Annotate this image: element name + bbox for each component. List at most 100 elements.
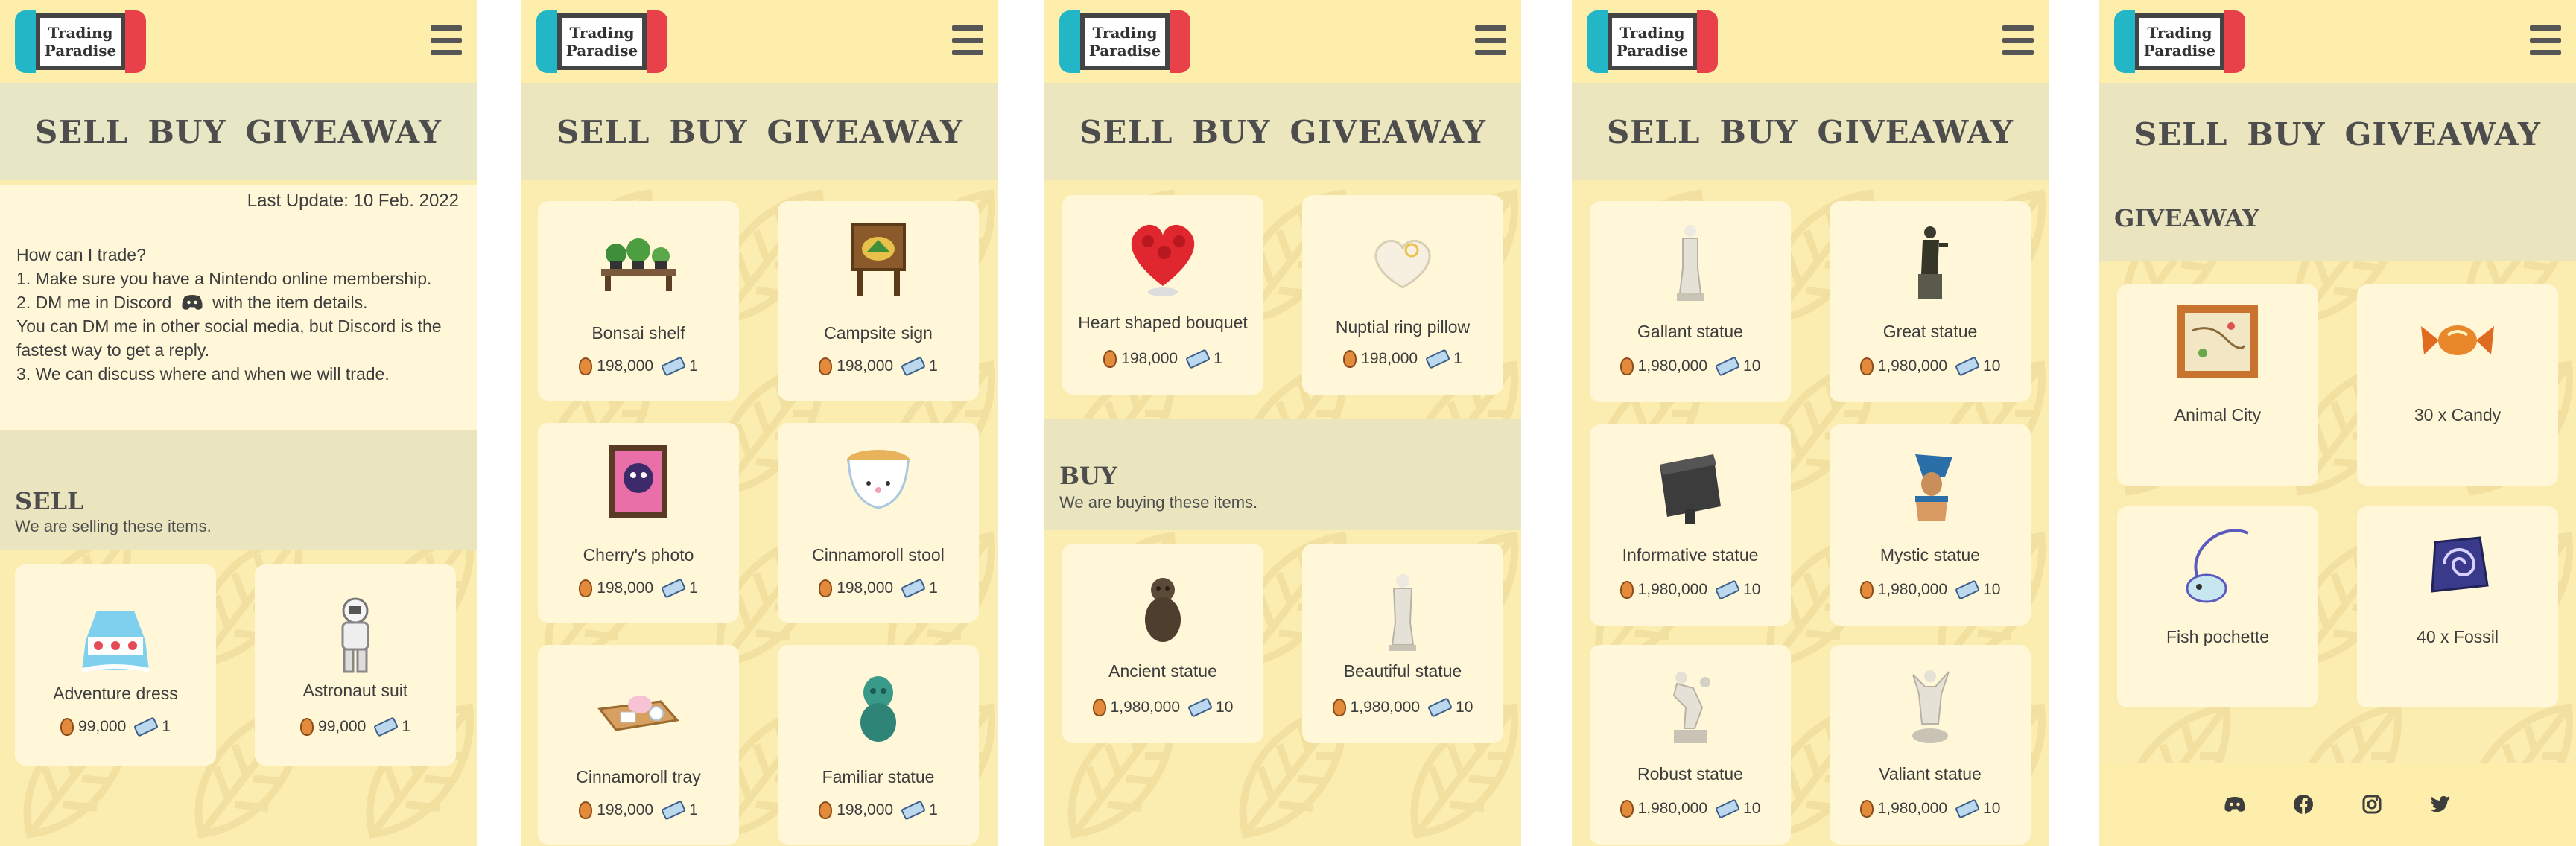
bell-icon	[1332, 699, 1346, 716]
top-bar: Trading Paradise	[1044, 0, 1521, 83]
nav-sell[interactable]: SELL	[1079, 114, 1173, 150]
candy-icon	[2421, 325, 2494, 355]
item-card[interactable]: Cherry's photo 198,000 1	[538, 423, 739, 623]
item-name: Beautiful statue	[1343, 661, 1462, 681]
nav-buy[interactable]: BUY	[147, 114, 226, 150]
ticket-icon	[133, 716, 159, 737]
bell-icon	[1343, 350, 1357, 368]
ticket-icon	[901, 800, 927, 821]
discord-icon	[182, 295, 203, 310]
item-card[interactable]: Campsite sign 198,000 1	[778, 201, 979, 401]
bell-icon	[1619, 357, 1634, 375]
logo[interactable]: Trading Paradise	[1059, 10, 1190, 73]
item-card[interactable]: Ancient statue 1,980,000 10	[1062, 544, 1263, 743]
ticket-icon	[1715, 356, 1741, 377]
nav-buy[interactable]: BUY	[2247, 116, 2325, 153]
fossil-icon	[2431, 536, 2489, 593]
item-card[interactable]: Cinnamoroll stool 198,000 1	[778, 423, 979, 623]
bell-icon	[1859, 800, 1874, 818]
menu-icon[interactable]	[2002, 25, 2034, 55]
mystic-statue-icon	[1915, 454, 1952, 521]
menu-icon[interactable]	[1475, 25, 1506, 55]
item-card[interactable]: Robust statue 1,980,000 10	[1590, 645, 1791, 845]
buy-title: BUY	[1059, 462, 1117, 490]
nav-buy[interactable]: BUY	[1192, 114, 1270, 150]
item-name: Ancient statue	[1108, 661, 1217, 681]
last-update: Last Update: 10 Feb. 2022	[247, 191, 459, 211]
item-card[interactable]: Beautiful statue 1,980,000 10	[1302, 544, 1503, 743]
nav-sell[interactable]: SELL	[556, 114, 650, 150]
item-card[interactable]: Gallant statue 1,980,000 10	[1590, 201, 1791, 402]
item-name: 30 x Candy	[2414, 405, 2502, 424]
item-card[interactable]: Heart shaped bouquet 198,000 1	[1062, 195, 1263, 395]
top-bar: Trading Paradise	[2099, 0, 2576, 83]
item-name: 40 x Fossil	[2417, 627, 2499, 646]
bell-icon	[1619, 800, 1634, 818]
nav-buy[interactable]: BUY	[669, 114, 747, 150]
nav-giveaway[interactable]: GIVEAWAY	[1289, 114, 1486, 150]
item-card[interactable]: Great statue 1,980,000 10	[1830, 201, 2031, 402]
facebook-icon[interactable]	[2291, 792, 2316, 817]
menu-icon[interactable]	[431, 25, 462, 55]
bell-icon	[1092, 699, 1106, 716]
nav-giveaway[interactable]: GIVEAWAY	[767, 114, 963, 150]
item-price: 198,000 1	[1302, 349, 1503, 369]
menu-icon[interactable]	[952, 25, 983, 55]
campsite-sign-icon	[851, 223, 906, 296]
item-price: 198,000 1	[538, 578, 739, 599]
ticket-icon	[1185, 349, 1211, 369]
item-name: Adventure dress	[53, 684, 178, 703]
nav-sell[interactable]: SELL	[2134, 116, 2227, 153]
valiant-statue-icon	[1912, 670, 1950, 743]
nav-giveaway[interactable]: GIVEAWAY	[2344, 116, 2541, 153]
ticket-icon	[661, 356, 687, 377]
nav-sell[interactable]: SELL	[1607, 114, 1700, 150]
instagram-icon[interactable]	[2359, 792, 2385, 817]
nav-giveaway[interactable]: GIVEAWAY	[1817, 114, 2014, 150]
logo[interactable]: Trading Paradise	[1587, 10, 1718, 73]
nav-sell[interactable]: SELL	[35, 114, 128, 150]
item-card[interactable]: Familiar statue 198,000 1	[778, 645, 979, 845]
bell-icon	[1103, 350, 1117, 368]
item-card[interactable]: 40 x Fossil	[2357, 506, 2558, 707]
item-name: Nuptial ring pillow	[1335, 317, 1471, 337]
item-card[interactable]: Cinnamoroll tray 198,000 1	[538, 645, 739, 845]
ring-pillow-icon	[1374, 239, 1431, 289]
item-name: Valiant statue	[1879, 764, 1982, 783]
item-name: Robust statue	[1637, 764, 1743, 783]
info-box: Last Update: 10 Feb. 2022 How can I trad…	[0, 185, 477, 430]
item-card[interactable]: Mystic statue 1,980,000 10	[1830, 424, 2031, 626]
ticket-icon	[1955, 798, 1981, 819]
item-card[interactable]: Valiant statue 1,980,000 10	[1830, 645, 2031, 845]
screen-buy: Trading Paradise SELL BUY GIVEAWAY Heart …	[1044, 0, 1521, 846]
logo[interactable]: Trading Paradise	[536, 10, 667, 73]
item-card[interactable]: Fish pochette	[2117, 506, 2318, 707]
item-card[interactable]: Adventure dress 99,000 1	[15, 564, 216, 766]
item-name: Familiar statue	[822, 767, 935, 786]
screen-buy-list: Trading Paradise SELL BUY GIVEAWAY Gallan…	[1572, 0, 2049, 846]
item-name: Great statue	[1882, 322, 1978, 341]
familiar-statue-icon	[860, 676, 896, 742]
item-price: 198,000 1	[538, 800, 739, 821]
footer	[2099, 763, 2576, 846]
menu-icon[interactable]	[2530, 25, 2561, 55]
item-price: 99,000 1	[255, 716, 456, 737]
twitter-icon[interactable]	[2428, 792, 2453, 817]
nav-buy[interactable]: BUY	[1719, 114, 1798, 150]
logo[interactable]: Trading Paradise	[15, 10, 146, 73]
discord-icon[interactable]	[2222, 792, 2247, 817]
item-card[interactable]: Nuptial ring pillow 198,000 1	[1302, 195, 1503, 395]
item-card[interactable]: Bonsai shelf 198,000 1	[538, 201, 739, 401]
bell-icon	[819, 801, 833, 819]
item-card[interactable]: Informative statue 1,980,000 10	[1590, 424, 1791, 626]
item-card[interactable]: Animal City	[2117, 284, 2318, 486]
top-bar: Trading Paradise	[521, 0, 998, 83]
item-card[interactable]: 30 x Candy	[2357, 284, 2558, 486]
nav-banner: SELL BUY GIVEAWAY	[521, 83, 998, 180]
ticket-icon	[901, 356, 927, 377]
item-card[interactable]: Astronaut suit 99,000 1	[255, 564, 456, 766]
item-name: Cherry's photo	[583, 545, 694, 564]
nav-giveaway[interactable]: GIVEAWAY	[245, 114, 442, 150]
great-statue-icon	[1918, 226, 1948, 299]
logo[interactable]: Trading Paradise	[2114, 10, 2245, 73]
